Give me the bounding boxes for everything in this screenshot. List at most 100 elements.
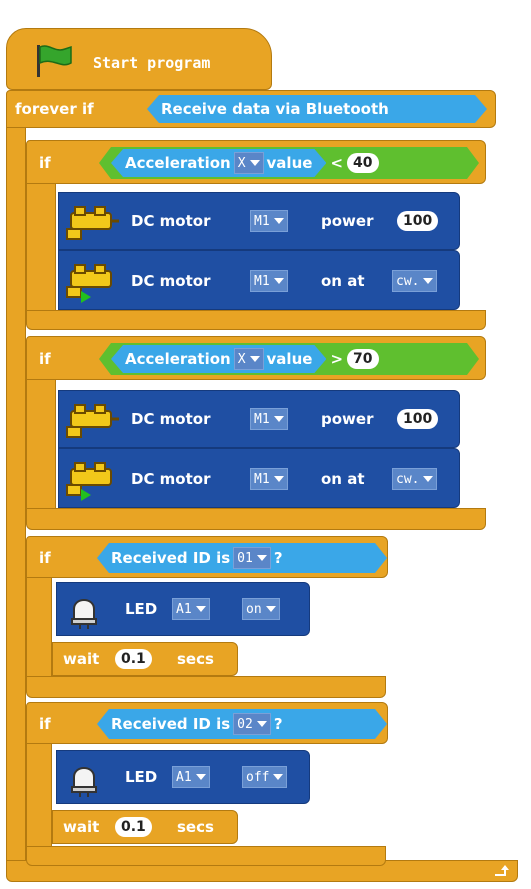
led-port-dropdown[interactable]: A1 <box>172 766 210 788</box>
chevron-down-icon <box>257 555 267 561</box>
received-id-condition[interactable]: Received ID is 02 ? <box>97 709 387 739</box>
if-block-4-bottom <box>26 846 386 866</box>
secs-label: secs <box>177 650 214 668</box>
operator-symbol: > <box>330 350 344 368</box>
dc-motor-power-block[interactable]: DC motor M1 power 100 <box>58 390 460 448</box>
chevron-down-icon <box>273 774 284 780</box>
acceleration-label: Acceleration <box>125 154 231 172</box>
dc-motor-icon <box>66 264 112 303</box>
led-block[interactable]: LED A1 on <box>56 582 310 636</box>
motor-port-dropdown[interactable]: M1 <box>250 210 288 232</box>
received-id-label: Received ID is <box>111 549 231 567</box>
chevron-down-icon <box>195 606 206 612</box>
on-at-label: on at <box>321 470 365 488</box>
dc-motor-label: DC motor <box>131 272 211 290</box>
forever-if-side <box>6 127 26 864</box>
led-state-dropdown[interactable]: off <box>242 766 288 788</box>
acceleration-reporter[interactable]: Acceleration X value <box>111 345 326 373</box>
greater-than-operator[interactable]: Acceleration X value > 70 <box>99 343 479 375</box>
led-block[interactable]: LED A1 off <box>56 750 310 804</box>
if-keyword: if <box>39 350 51 368</box>
led-icon <box>71 599 97 629</box>
loop-arrow-icon <box>495 865 509 876</box>
axis-dropdown[interactable]: X <box>234 348 264 370</box>
acceleration-reporter[interactable]: Acceleration X value <box>111 149 326 177</box>
if-keyword: if <box>39 549 51 567</box>
received-id-condition[interactable]: Received ID is 01 ? <box>97 543 387 573</box>
acceleration-value-label: value <box>266 154 313 172</box>
threshold-input[interactable]: 70 <box>347 349 378 369</box>
wait-block[interactable]: wait 0.1 secs <box>52 810 238 844</box>
if-block-1[interactable]: if Acceleration X value < 40 <box>26 140 486 184</box>
chevron-down-icon <box>273 218 284 224</box>
chevron-down-icon <box>273 278 284 284</box>
bluetooth-condition[interactable]: Receive data via Bluetooth <box>147 95 487 123</box>
chevron-down-icon <box>423 278 434 284</box>
bluetooth-condition-label: Receive data via Bluetooth <box>161 100 389 118</box>
dc-motor-label: DC motor <box>131 470 211 488</box>
id-dropdown[interactable]: 01 <box>233 547 271 569</box>
if-keyword: if <box>39 715 51 733</box>
if-keyword: if <box>39 154 51 172</box>
if-block-2-bottom <box>26 508 486 530</box>
motor-port-dropdown[interactable]: M1 <box>250 468 288 490</box>
received-id-label: Received ID is <box>111 715 231 733</box>
start-program-label: Start program <box>93 54 211 72</box>
dc-motor-power-block[interactable]: DC motor M1 power 100 <box>58 192 460 250</box>
motor-port-dropdown[interactable]: M1 <box>250 408 288 430</box>
dc-motor-label: DC motor <box>131 410 211 428</box>
axis-dropdown[interactable]: X <box>234 152 264 174</box>
wait-block[interactable]: wait 0.1 secs <box>52 642 238 676</box>
question-mark: ? <box>273 715 283 733</box>
start-program-block[interactable]: Start program <box>6 28 272 90</box>
power-input[interactable]: 100 <box>397 409 439 429</box>
led-state-dropdown[interactable]: on <box>242 598 280 620</box>
dc-motor-icon <box>66 206 119 240</box>
if-block-4-side <box>26 743 52 849</box>
question-mark: ? <box>273 549 283 567</box>
chevron-down-icon <box>273 416 284 422</box>
chevron-down-icon <box>250 160 260 166</box>
if-block-2-side <box>26 379 56 511</box>
if-block-3-bottom <box>26 676 386 698</box>
if-block-4[interactable]: if Received ID is 02 ? <box>26 702 388 744</box>
secs-label: secs <box>177 818 214 836</box>
threshold-input[interactable]: 40 <box>347 153 378 173</box>
green-flag-icon <box>37 45 72 77</box>
if-block-2[interactable]: if Acceleration X value > 70 <box>26 336 486 380</box>
id-dropdown[interactable]: 02 <box>233 713 271 735</box>
if-block-1-bottom <box>26 310 486 330</box>
chevron-down-icon <box>265 606 276 612</box>
direction-dropdown[interactable]: cw. <box>392 468 438 490</box>
forever-if-top-bar[interactable]: forever if Receive data via Bluetooth <box>6 90 496 128</box>
if-block-3-side <box>26 577 52 679</box>
led-label: LED <box>125 600 158 618</box>
direction-dropdown[interactable]: cw. <box>392 270 438 292</box>
if-block-1-side <box>26 183 56 311</box>
acceleration-value-label: value <box>266 350 313 368</box>
chevron-down-icon <box>257 721 267 727</box>
dc-motor-direction-block[interactable]: DC motor M1 on at cw. <box>58 448 460 508</box>
dc-motor-direction-block[interactable]: DC motor M1 on at cw. <box>58 250 460 310</box>
wait-label: wait <box>63 650 100 668</box>
acceleration-label: Acceleration <box>125 350 231 368</box>
wait-seconds-input[interactable]: 0.1 <box>115 649 152 669</box>
dc-motor-label: DC motor <box>131 212 211 230</box>
wait-seconds-input[interactable]: 0.1 <box>115 817 152 837</box>
power-label: power <box>321 410 374 428</box>
power-label: power <box>321 212 374 230</box>
dc-motor-icon <box>66 404 119 438</box>
led-port-dropdown[interactable]: A1 <box>172 598 210 620</box>
chevron-down-icon <box>273 476 284 482</box>
on-at-label: on at <box>321 272 365 290</box>
power-input[interactable]: 100 <box>397 211 439 231</box>
led-label: LED <box>125 768 158 786</box>
chevron-down-icon <box>250 356 260 362</box>
dc-motor-icon <box>66 462 112 501</box>
chevron-down-icon <box>195 774 206 780</box>
less-than-operator[interactable]: Acceleration X value < 40 <box>99 147 479 179</box>
led-icon <box>71 767 97 797</box>
motor-port-dropdown[interactable]: M1 <box>250 270 288 292</box>
if-block-3[interactable]: if Received ID is 01 ? <box>26 536 388 578</box>
operator-symbol: < <box>330 154 344 172</box>
